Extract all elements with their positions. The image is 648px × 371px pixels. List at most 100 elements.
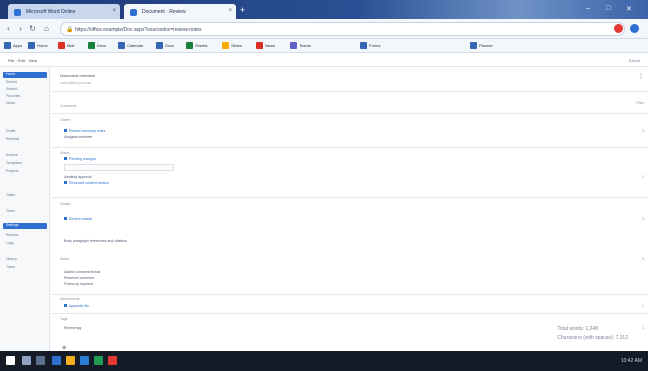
back-icon[interactable]: ‹ [4,24,13,33]
tab-favicon-icon [130,9,137,16]
task-view-icon[interactable] [36,356,45,365]
word-count-summary: Total words: 1,248 Characters (with spac… [557,325,628,343]
sidebar-item-team[interactable]: Team [6,209,46,214]
home-icon[interactable]: ⌂ [42,24,51,33]
sidebar-item-archive[interactable]: Archive [6,153,46,158]
list-item: Assigned reviewer [64,135,93,139]
bookmark-item[interactable]: Slides [222,42,242,50]
section-label: Tags [60,317,68,321]
bookmark-item[interactable]: Home [28,42,48,50]
url-text: https://office.example/Doc.aspx?sourcedo… [75,27,202,33]
sidebar-item-templates[interactable]: Templates [6,161,46,166]
filter-link[interactable]: Filter [636,101,644,105]
app-header: File · Edit · View Saved [0,53,648,67]
section-label: Status [60,151,70,155]
more-options-icon[interactable]: ⋮ [638,73,644,80]
bookmark-item[interactable]: Teams [290,42,311,50]
bookmark-item[interactable]: Apps [4,42,22,50]
address-bar[interactable]: 🔒 https://office.example/Doc.aspx?source… [60,22,625,36]
divider [52,313,648,314]
sidebar-item-logs[interactable]: Logs [6,241,46,246]
list-item: Resolved comment [64,276,94,280]
section-label: Notes [60,257,70,261]
bookmark-item[interactable]: Sheets [186,42,207,50]
bookmark-icon [290,42,297,49]
row-count: 2 [642,129,644,133]
tab-title: Microsoft Word Online [26,9,76,15]
divider [52,91,648,92]
close-tab-icon[interactable]: × [112,8,116,14]
list-item: Body paragraph references and citations [64,239,128,243]
start-icon[interactable] [6,356,15,365]
maximize-icon[interactable]: □ [606,5,610,12]
row-count: 1 [642,326,644,330]
sidebar-item-tasks[interactable]: Tasks [6,193,46,198]
sidebar-item-drafts[interactable]: Drafts [6,129,46,134]
sidebar-item-notes[interactable]: Notes [6,101,46,106]
bookmark-icon [186,42,193,49]
browser-tab-2[interactable]: Document · Review × [124,4,236,19]
bookmark-item[interactable]: Docs [156,42,174,50]
summary-line: Total words: 1,248 [557,326,598,332]
minimize-icon[interactable]: – [586,5,590,12]
list-item[interactable]: Review summary notes [64,129,105,133]
sidebar-item-history[interactable]: History [6,257,46,262]
divider [52,147,648,148]
row-count: 3 [642,257,644,261]
sidebar-item-recent[interactable]: Recent [6,80,46,85]
sidebar-item-projects[interactable]: Projects [6,169,46,174]
row-count: 1 [642,304,644,308]
list-item: Added comment thread [64,270,101,274]
sidebar-item-reports[interactable]: Reports [6,233,46,238]
clock[interactable]: 10:42 AM [621,358,642,364]
chrome-icon[interactable] [108,356,117,365]
reload-icon[interactable]: ↻ [28,24,37,33]
list-item: Awaiting approval [64,175,92,179]
bookmark-item[interactable]: Mail [58,42,74,50]
profile-icon[interactable] [630,24,639,33]
bookmark-item[interactable]: Calendar [118,42,143,50]
search-icon[interactable] [22,356,31,365]
sidebar-item-trash[interactable]: Trash [6,265,46,270]
bookmark-icon [470,42,477,49]
bookmark-item[interactable]: Drive [88,42,106,50]
apps-icon [4,42,11,49]
tab-comments[interactable]: Comments [60,104,77,108]
new-tab-button[interactable]: + [240,6,250,16]
tab-favicon-icon [14,9,21,16]
lock-icon: 🔒 [66,27,74,33]
app-menu[interactable]: File · Edit · View [8,58,37,63]
browser-toolbar: ‹ › ↻ ⌂ 🔒 https://office.example/Doc.asp… [0,19,648,39]
bookmarks-bar: Apps Home Mail Drive Calendar Docs Sheet… [0,39,648,53]
close-window-icon[interactable]: ✕ [626,5,632,13]
bookmark-item[interactable]: News [256,42,275,50]
section-label: Attachments [60,297,80,301]
sidebar-item-home[interactable]: Home [3,72,47,78]
list-item[interactable]: Section header [64,217,93,221]
sidebar-item-shared[interactable]: Shared [6,87,46,92]
list-item[interactable]: Appendix file [64,304,89,308]
main-content: Document overview Last edited just now ⋮… [52,67,648,351]
bullet-icon [64,304,67,307]
folder-icon[interactable] [66,356,75,365]
bookmark-item[interactable]: Forms [360,42,380,50]
text-input[interactable] [64,164,174,171]
bookmark-icon [58,42,65,49]
section-label: Details [60,202,71,206]
sidebar-item-settings[interactable]: Settings [3,223,47,229]
bookmark-item[interactable]: Planner [470,42,493,50]
sidebar-item-favorites[interactable]: Favorites [6,94,46,99]
browser-tab-1[interactable]: Microsoft Word Online × [8,4,120,19]
list-item[interactable]: Reviewed content section [64,181,109,185]
extension-icon[interactable] [614,24,623,33]
list-item[interactable]: Pending changes [64,157,96,161]
bookmark-icon [360,42,367,49]
close-tab-icon[interactable]: × [228,8,232,14]
edge-icon[interactable] [52,356,61,365]
bookmark-icon [88,42,95,49]
page-subtitle: Last edited just now [60,81,91,85]
excel-icon[interactable] [94,356,103,365]
word-icon[interactable] [80,356,89,365]
sidebar-item-reviews[interactable]: Reviews [6,137,46,142]
forward-icon[interactable]: › [16,24,25,33]
